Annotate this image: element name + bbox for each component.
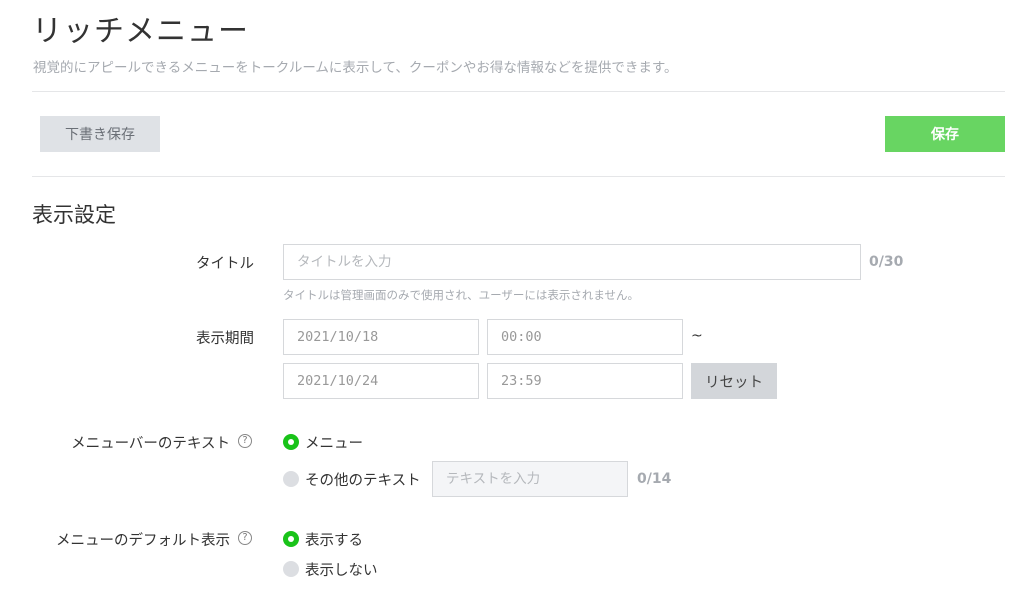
- end-time-input[interactable]: [487, 363, 683, 399]
- end-date-input[interactable]: [283, 363, 479, 399]
- period-separator: ~: [691, 328, 703, 344]
- radio-menubar-menu-label[interactable]: メニュー: [305, 432, 363, 453]
- radio-default-hide[interactable]: [283, 561, 299, 577]
- radio-menubar-other-label[interactable]: その他のテキスト: [305, 469, 421, 490]
- radio-menubar-menu[interactable]: [283, 434, 299, 450]
- help-icon[interactable]: ?: [238, 434, 252, 448]
- reset-button[interactable]: リセット: [691, 363, 777, 399]
- save-button[interactable]: 保存: [885, 116, 1005, 152]
- menubar-text-label: メニューバーのテキスト: [71, 436, 230, 452]
- toolbar-divider: [32, 176, 1005, 177]
- title-label: タイトル: [196, 256, 254, 272]
- title-char-counter: 0/30: [869, 254, 904, 270]
- title-hint: タイトルは管理画面のみで使用され、ユーザーには表示されません。: [283, 288, 640, 302]
- radio-default-show[interactable]: [283, 531, 299, 547]
- header-divider: [32, 91, 1005, 92]
- default-display-label: メニューのデフォルト表示: [56, 533, 230, 549]
- section-title-display-settings: 表示設定: [32, 203, 116, 227]
- title-input[interactable]: [283, 244, 861, 280]
- page-title: リッチメニュー: [32, 14, 249, 49]
- help-icon[interactable]: ?: [238, 531, 252, 545]
- radio-menubar-other[interactable]: [283, 471, 299, 487]
- menubar-text-char-counter: 0/14: [637, 471, 672, 487]
- period-label: 表示期間: [196, 331, 254, 347]
- page-description: 視覚的にアピールできるメニューをトークルームに表示して、クーポンやお得な情報など…: [33, 60, 678, 76]
- radio-default-show-label[interactable]: 表示する: [305, 529, 363, 550]
- radio-default-hide-label[interactable]: 表示しない: [305, 559, 378, 580]
- start-date-input[interactable]: [283, 319, 479, 355]
- save-draft-button[interactable]: 下書き保存: [40, 116, 160, 152]
- start-time-input[interactable]: [487, 319, 683, 355]
- menubar-other-text-input[interactable]: [432, 461, 628, 497]
- rich-menu-page: リッチメニュー 視覚的にアピールできるメニューをトークルームに表示して、クーポン…: [0, 0, 1035, 594]
